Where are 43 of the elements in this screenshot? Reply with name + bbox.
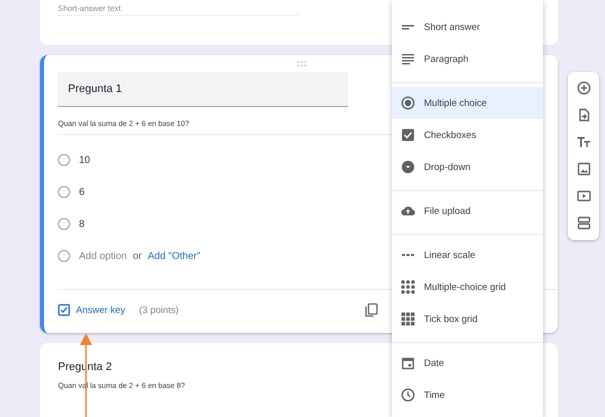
radio-icon bbox=[401, 96, 415, 110]
short-answer-field: Short-answer text bbox=[58, 4, 298, 16]
drag-handle-icon[interactable] bbox=[297, 61, 307, 67]
dot-grid-icon bbox=[401, 280, 415, 294]
video-icon[interactable] bbox=[576, 189, 590, 203]
cloud-upload-icon bbox=[401, 204, 415, 218]
option-label: 6 bbox=[79, 186, 85, 198]
question-title-field[interactable]: Pregunta 1 bbox=[58, 72, 348, 107]
import-icon[interactable] bbox=[576, 108, 590, 122]
answer-key-button[interactable]: Answer key bbox=[58, 304, 126, 316]
or-label: or bbox=[132, 250, 142, 262]
question-type-option[interactable]: Linear scale bbox=[392, 239, 543, 271]
dropdown-icon bbox=[401, 160, 415, 174]
add-other-link[interactable]: Add "Other" bbox=[148, 250, 200, 262]
question-type-option[interactable]: Date bbox=[392, 347, 543, 379]
question-type-option[interactable]: Multiple choice bbox=[392, 87, 543, 119]
radio-button[interactable] bbox=[58, 154, 70, 166]
checkbox-icon bbox=[401, 128, 415, 142]
question-type-option[interactable]: Time bbox=[392, 379, 543, 411]
paragraph-icon bbox=[401, 52, 415, 66]
image-icon[interactable] bbox=[576, 162, 590, 176]
section-icon[interactable] bbox=[576, 216, 590, 230]
calendar-icon bbox=[401, 356, 415, 370]
clock-icon bbox=[401, 388, 415, 402]
checkbox-icon bbox=[58, 304, 70, 316]
question-type-option[interactable]: Multiple-choice grid bbox=[392, 271, 543, 303]
add-icon[interactable] bbox=[576, 81, 590, 95]
question-type-option[interactable]: File upload bbox=[392, 195, 543, 227]
option-label: 10 bbox=[79, 154, 90, 166]
question-type-option[interactable]: Drop-down bbox=[392, 151, 543, 183]
title-icon[interactable] bbox=[576, 135, 590, 149]
question-type-option[interactable]: Tick box grid bbox=[392, 303, 543, 335]
radio-button[interactable] bbox=[58, 186, 70, 198]
add-option-label[interactable]: Add option bbox=[79, 250, 127, 262]
radio-button[interactable] bbox=[58, 218, 70, 230]
box-grid-icon bbox=[401, 312, 415, 326]
radio-placeholder bbox=[58, 250, 70, 262]
question-type-option[interactable]: Checkboxes bbox=[392, 119, 543, 151]
option-label: 8 bbox=[79, 218, 85, 230]
points-label: (3 points) bbox=[139, 304, 179, 316]
question-type-option[interactable]: Short answer bbox=[392, 11, 543, 43]
question-type-option[interactable]: Paragraph bbox=[392, 43, 543, 75]
copy-icon[interactable] bbox=[365, 303, 378, 317]
